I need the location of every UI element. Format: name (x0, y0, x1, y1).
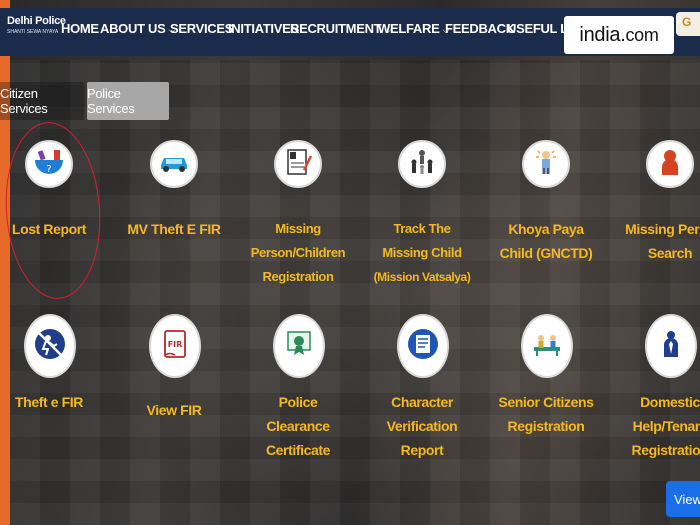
service-label-line: Report (400, 442, 444, 458)
nav-about-us[interactable]: ABOUT US ⌵ (100, 21, 175, 36)
nav-label: INITIATIVES (228, 21, 299, 36)
page: Delhi Police SHANTI SEWA NYAYA HOME ABOU… (0, 0, 700, 525)
watermark-main: india (579, 23, 621, 46)
car-icon (154, 142, 194, 186)
nav-home[interactable]: HOME (61, 21, 99, 36)
service-label-line: Missing (275, 221, 321, 236)
service-label-line: MV Theft E FIR (127, 221, 221, 237)
service-icon-7[interactable]: FIR (149, 314, 201, 378)
service-label-line: Missing Perso (625, 221, 700, 237)
service-icon-3[interactable] (398, 140, 446, 188)
service-label-8[interactable]: Police Clearance Certificate (228, 390, 368, 462)
nav-welfare[interactable]: WELFARE ⌵ (378, 21, 449, 36)
family-icon (402, 142, 442, 186)
service-label-line: Person/Children (250, 245, 346, 260)
nav-label: WELFARE (378, 21, 440, 36)
india-com-watermark: india. com (564, 16, 674, 54)
nav-services[interactable]: SERVICES (170, 21, 233, 36)
tab-label: Police Services (87, 86, 135, 116)
service-label-line: Police (278, 394, 318, 410)
service-label-5[interactable]: Missing Perso Search (600, 217, 700, 265)
service-label-line: Verification (386, 418, 458, 434)
service-icon-11[interactable] (645, 314, 697, 378)
service-label-line: Senior Citizens (498, 394, 594, 410)
nav-label: HOME (61, 21, 99, 36)
service-label-line: Theft e FIR (15, 394, 83, 410)
nav-label: ABOUT US (100, 21, 166, 36)
view-button[interactable]: View (666, 481, 700, 517)
service-label-line: Help/Tenant (632, 418, 700, 434)
service-label-line: Missing Child (382, 245, 462, 260)
nav-initiatives[interactable]: INITIATIVES (228, 21, 299, 36)
nav-label: FEEDBACK (445, 21, 515, 36)
nav-recruitment[interactable]: RECRUITMENT ⌵ (290, 21, 391, 36)
service-label-11[interactable]: Domestic Help/Tenant Registration (600, 390, 700, 462)
service-label-line: Child (GNCTD) (499, 245, 593, 261)
certificate-icon (279, 324, 319, 369)
service-icon-5[interactable] (646, 140, 694, 188)
service-label-line: Registration (507, 418, 585, 434)
service-label-2[interactable]: Missing Person/Children Registration (228, 217, 368, 289)
svg-text:FIR: FIR (168, 340, 183, 349)
service-label-3[interactable]: Track The Missing Child (Mission Vatsalya) (352, 217, 492, 289)
child-icon (526, 142, 566, 186)
service-label-line: View FIR (146, 402, 202, 418)
service-label-4[interactable]: Khoya Paya Child (GNCTD) (476, 217, 616, 265)
logo-motto: SHANTI SEWA NYAYA (7, 29, 59, 35)
missing-person-form-icon (278, 142, 318, 186)
service-label-line: Search (647, 245, 693, 261)
senior-citizens-icon (527, 324, 567, 369)
service-icon-4[interactable] (522, 140, 570, 188)
service-icon-1[interactable] (150, 140, 198, 188)
service-label-line: Character (391, 394, 453, 410)
service-icon-9[interactable] (397, 314, 449, 378)
watermark-com: com (625, 24, 659, 45)
nav-label: RECRUITMENT (290, 21, 382, 36)
service-label-line: Khoya Paya (508, 221, 584, 237)
domestic-help-icon (651, 324, 691, 369)
service-icon-6[interactable] (24, 314, 76, 378)
service-label-line: (Mission Vatsalya) (373, 270, 471, 284)
nav-feedback[interactable]: FEEDBACK (445, 21, 515, 36)
service-icon-2[interactable] (274, 140, 322, 188)
fir-document-icon: FIR (155, 324, 195, 369)
tab-citizen-services[interactable]: Citizen Services (0, 82, 84, 120)
person-search-icon (650, 142, 690, 186)
tab-police-services[interactable]: Police Services (87, 82, 169, 120)
service-label-line: Clearance (266, 418, 330, 434)
verification-report-icon (403, 324, 443, 369)
service-label-7[interactable]: View FIR (104, 398, 244, 422)
service-label-1[interactable]: MV Theft E FIR (104, 217, 244, 241)
service-label-line: Track The (393, 221, 451, 236)
logo-title: Delhi Police (7, 15, 66, 27)
service-icon-8[interactable] (273, 314, 325, 378)
nav-label: SERVICES (170, 21, 234, 36)
theft-icon (30, 324, 70, 369)
tab-label: Citizen Services (0, 86, 48, 116)
delhi-police-logo[interactable]: Delhi Police SHANTI SEWA NYAYA (7, 15, 66, 47)
badge-text: G (682, 15, 692, 29)
view-button-label: View (674, 491, 700, 507)
service-label-6[interactable]: Theft e FIR (0, 390, 119, 414)
service-icon-10[interactable] (521, 314, 573, 378)
service-label-10[interactable]: Senior Citizens Registration (476, 390, 616, 438)
service-label-line: Registration (631, 442, 700, 458)
service-label-line: Registration (262, 269, 334, 284)
g20-badge: G (676, 12, 700, 36)
service-label-line: Domestic (640, 394, 700, 410)
service-label-line: Certificate (265, 442, 331, 458)
service-label-9[interactable]: Character Verification Report (352, 390, 492, 462)
